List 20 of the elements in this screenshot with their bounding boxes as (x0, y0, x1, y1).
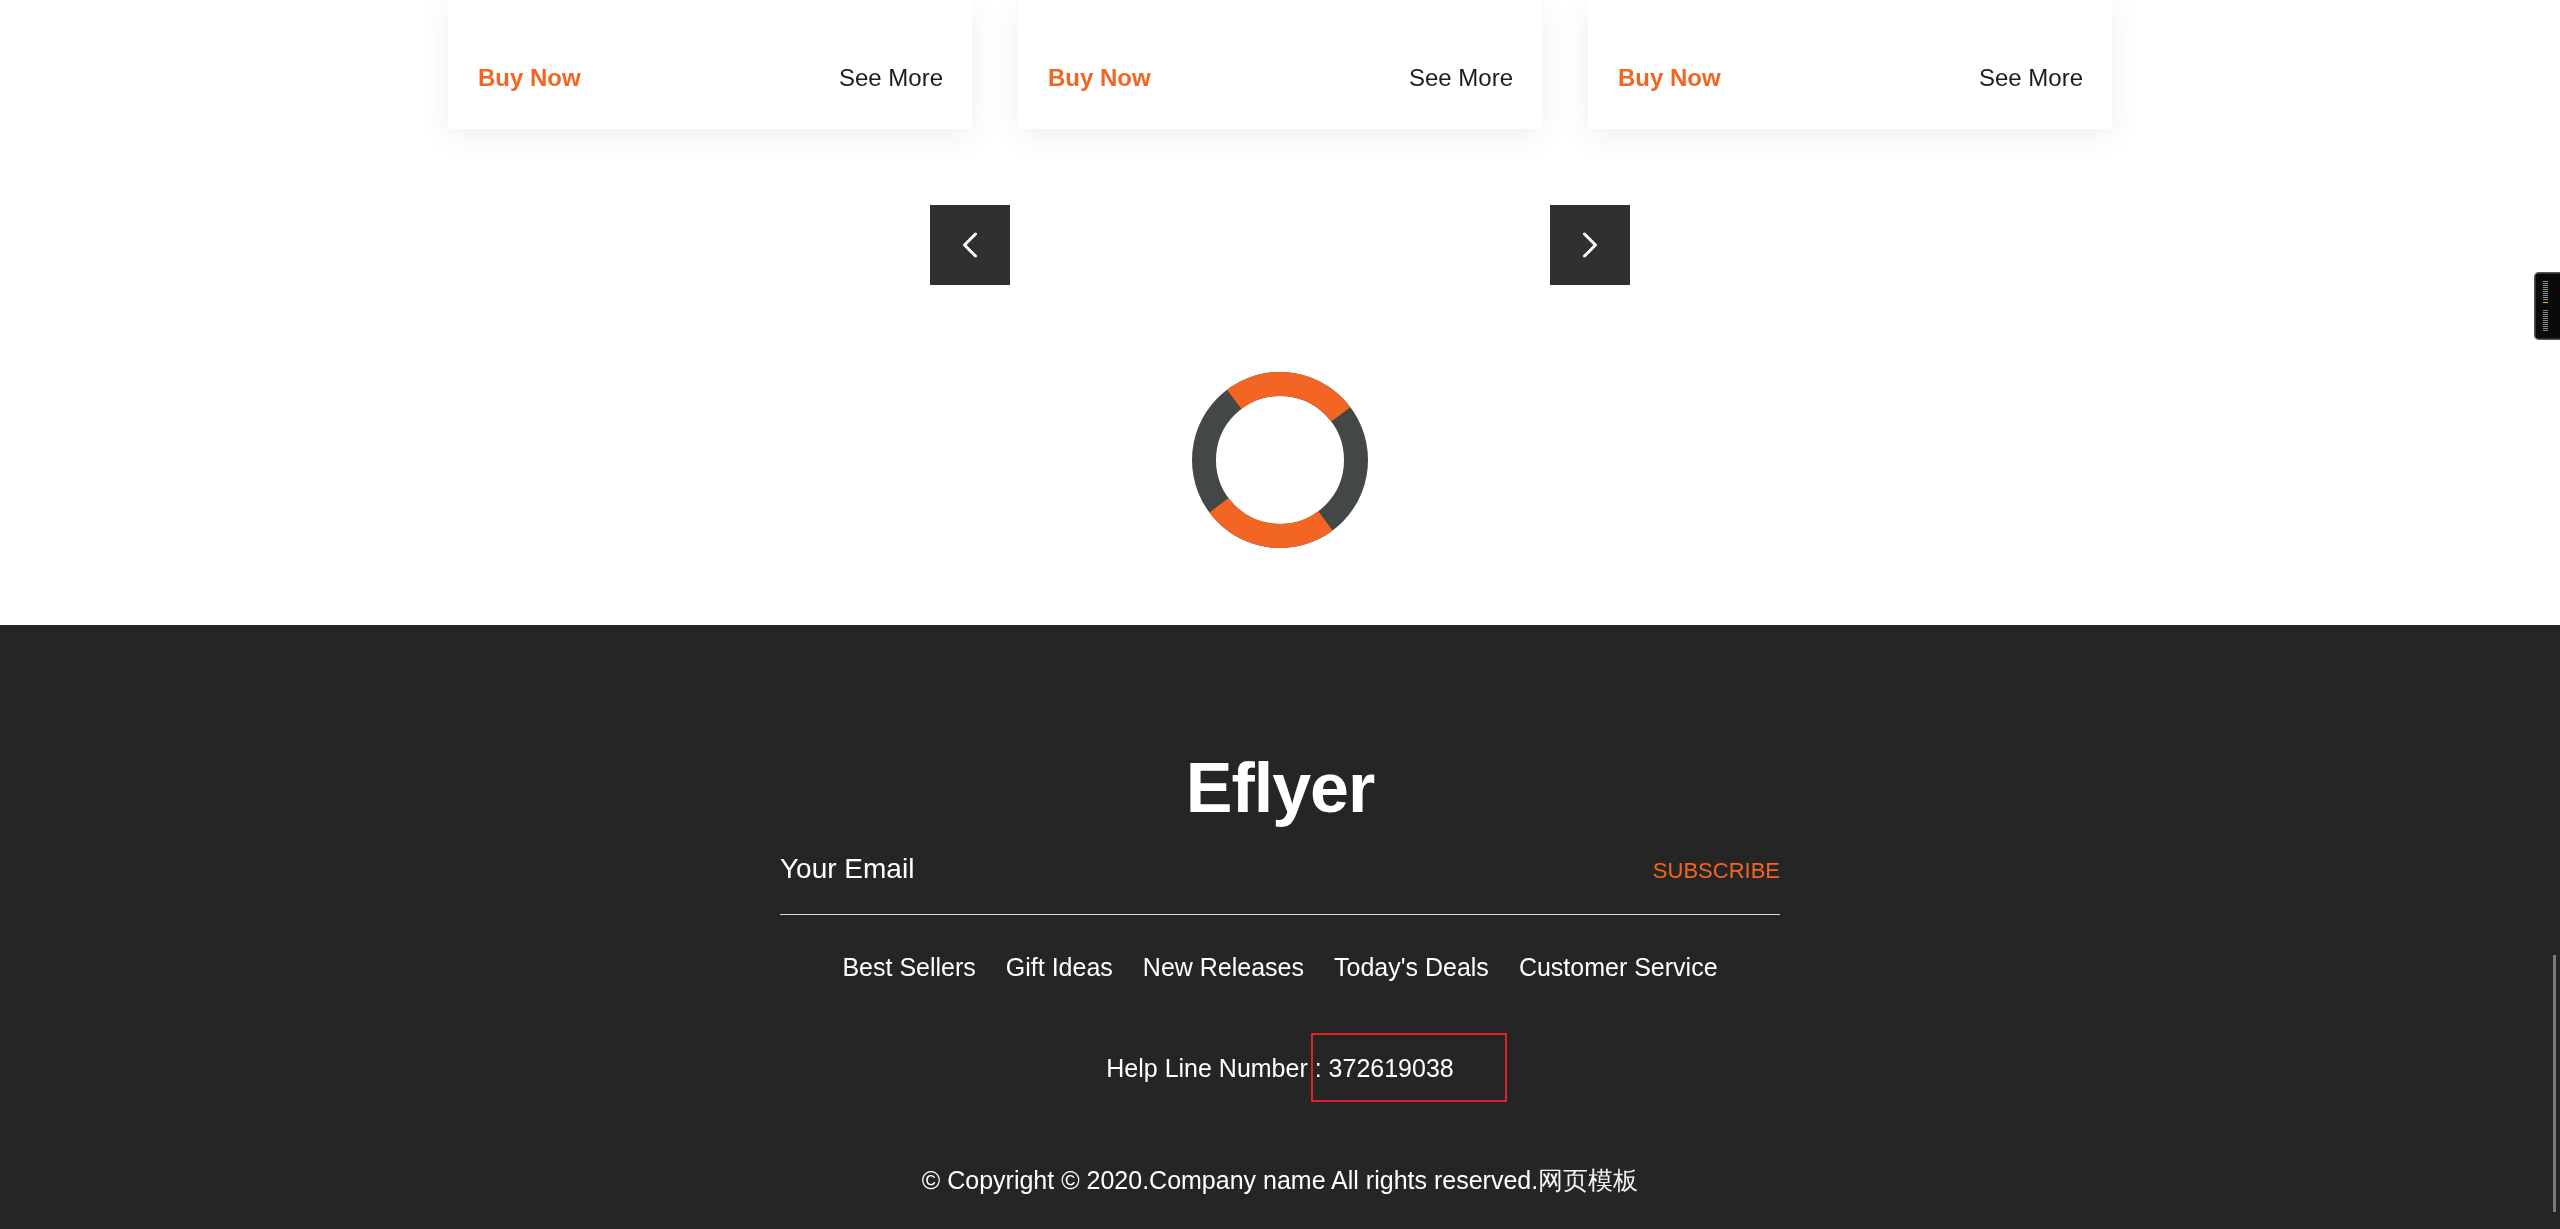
previous-button[interactable] (930, 205, 1010, 285)
footer-nav-link[interactable]: Best Sellers (842, 949, 976, 985)
see-more-link[interactable]: See More (1978, 60, 2083, 96)
template-link[interactable]: 网页模板 (1538, 1166, 1639, 1194)
footer-nav-link[interactable]: Today's Deals (1334, 949, 1489, 985)
see-more-link[interactable]: See More (838, 60, 943, 96)
copyright-text: © Copyright © 2020.Company name All rights reserved.网页模板 (921, 1165, 1639, 1196)
see-more-link[interactable]: See More (1408, 60, 1513, 96)
chevron-right-icon (1582, 232, 1598, 258)
chevron-left-icon (962, 232, 978, 258)
footer-nav-link[interactable]: Customer Service (1518, 949, 1718, 985)
spinner-icon (1192, 372, 1368, 548)
handle-icon[interactable] (2534, 272, 2560, 340)
scrollbar-thumb[interactable] (2553, 955, 2556, 1212)
email-field[interactable]: Your Email (780, 849, 1380, 889)
footer-nav-link[interactable]: Gift Ideas (1005, 949, 1113, 985)
footer-nav-link[interactable]: New Releases (1142, 949, 1304, 985)
subscribe-button[interactable]: SUBSCRIBE (1652, 856, 1780, 886)
next-button[interactable] (1550, 205, 1630, 285)
help-line-text: Help Line Number : 372619038 (1106, 1053, 1454, 1084)
